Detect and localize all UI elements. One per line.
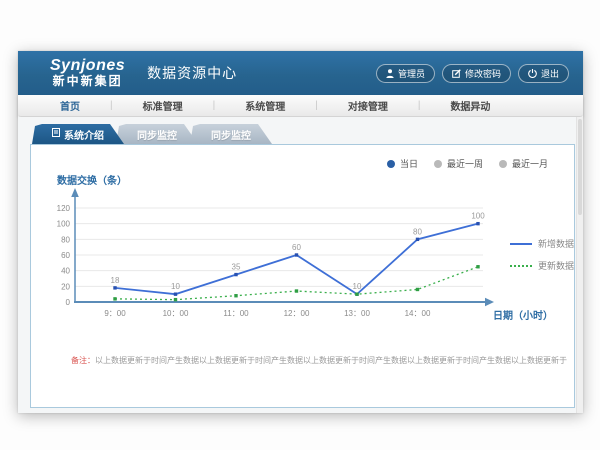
green-dotted-line-icon <box>510 265 532 267</box>
logo: Synjones 新中新集团 <box>50 58 125 87</box>
nav-item-system-mgmt[interactable]: 系统管理 <box>215 98 315 113</box>
svg-text:0: 0 <box>66 298 71 307</box>
svg-text:10：00: 10：00 <box>163 309 189 318</box>
logo-text-cn: 新中新集团 <box>50 75 125 88</box>
radio-dot-icon <box>499 160 507 168</box>
svg-text:12：00: 12：00 <box>284 309 310 318</box>
tab-bar: 系统介绍 同步监控 同步监控 <box>32 124 264 144</box>
change-password-label: 修改密码 <box>465 67 501 80</box>
svg-text:120: 120 <box>57 204 71 213</box>
change-password-button[interactable]: 修改密码 <box>442 64 511 83</box>
svg-text:35: 35 <box>232 263 241 272</box>
footnote-prefix: 备注： <box>71 356 95 365</box>
svg-text:18: 18 <box>111 276 120 285</box>
svg-text:100: 100 <box>57 220 71 229</box>
logout-label: 退出 <box>541 67 559 80</box>
power-icon <box>528 69 537 78</box>
page-title: 数据资源中心 <box>147 63 237 83</box>
svg-text:14：00: 14：00 <box>405 309 431 318</box>
scrollbar-thumb[interactable] <box>578 119 582 215</box>
footnote: 备注：以上数据更新于时间产生数据以上数据更新于时间产生数据以上数据更新于时间产生… <box>71 355 571 366</box>
document-icon <box>52 128 60 140</box>
nav-item-interface-mgmt[interactable]: 对接管理 <box>318 98 418 113</box>
logout-button[interactable]: 退出 <box>518 64 569 83</box>
tab-system-intro[interactable]: 系统介绍 <box>32 124 124 144</box>
admin-user-label: 管理员 <box>398 67 425 80</box>
footnote-text: 以上数据更新于时间产生数据以上数据更新于时间产生数据以上数据更新于时间产生数据以… <box>95 356 567 365</box>
svg-text:40: 40 <box>61 267 70 276</box>
legend-item-new-data: 新增数据 <box>510 237 574 250</box>
user-icon <box>386 69 394 78</box>
radio-label: 最近一周 <box>447 157 483 170</box>
blue-line-icon <box>510 243 532 245</box>
legend-label: 更新数据 <box>538 259 574 272</box>
nav-item-home[interactable]: 首页 <box>30 98 110 113</box>
svg-text:9：00: 9：00 <box>104 309 126 318</box>
chart-panel: 当日 最近一周 最近一月 数据交换（条） 0204060801001209：00… <box>30 144 575 408</box>
admin-user-button[interactable]: 管理员 <box>376 64 435 83</box>
tab-sync-monitor-1[interactable]: 同步监控 <box>116 124 198 144</box>
legend-label: 新增数据 <box>538 237 574 250</box>
nav-item-standard-mgmt[interactable]: 标准管理 <box>113 98 213 113</box>
nav-item-data-change[interactable]: 数据异动 <box>420 98 520 113</box>
app-header: Synjones 新中新集团 数据资源中心 管理员 修改密码 退出 <box>18 51 583 95</box>
radio-dot-icon <box>434 160 442 168</box>
svg-text:10: 10 <box>353 282 362 291</box>
app-window: Synjones 新中新集团 数据资源中心 管理员 修改密码 退出 首页 | 标… <box>18 51 583 413</box>
x-axis-title: 日期（小时） <box>493 307 553 322</box>
tab-label: 系统介绍 <box>64 127 104 142</box>
chart-legend: 新增数据 更新数据 <box>510 237 574 272</box>
tab-label: 同步监控 <box>137 127 177 142</box>
radio-last-week[interactable]: 最近一周 <box>434 157 483 170</box>
vertical-scrollbar[interactable] <box>576 117 583 413</box>
line-chart: 0 20 40 60 80 100 120 9：00 10：00 11：00 12：00 13：00 1… <box>55 184 505 324</box>
radio-last-month[interactable]: 最近一月 <box>499 157 548 170</box>
logo-text-en: Synjones <box>50 58 125 75</box>
svg-text:80: 80 <box>61 235 70 244</box>
svg-text:60: 60 <box>292 243 301 252</box>
main-nav: 首页 | 标准管理 | 系统管理 | 对接管理 | 数据异动 <box>18 95 583 117</box>
radio-dot-icon <box>387 160 395 168</box>
svg-text:100: 100 <box>471 212 485 221</box>
svg-text:80: 80 <box>413 227 422 236</box>
legend-item-updated-data: 更新数据 <box>510 259 574 272</box>
svg-text:20: 20 <box>61 282 70 291</box>
content-area: 系统介绍 同步监控 同步监控 当日 最近一周 <box>18 117 583 413</box>
time-range-filter: 当日 最近一周 最近一月 <box>387 157 548 170</box>
edit-icon <box>452 69 461 78</box>
radio-label: 最近一月 <box>512 157 548 170</box>
header-actions: 管理员 修改密码 退出 <box>376 64 569 83</box>
radio-today[interactable]: 当日 <box>387 157 418 170</box>
svg-text:13：00: 13：00 <box>344 309 370 318</box>
svg-text:11：00: 11：00 <box>223 309 249 318</box>
radio-label: 当日 <box>400 157 418 170</box>
svg-text:10: 10 <box>171 282 180 291</box>
svg-text:60: 60 <box>61 251 70 260</box>
tab-label: 同步监控 <box>211 127 251 142</box>
tab-sync-monitor-2[interactable]: 同步监控 <box>190 124 272 144</box>
